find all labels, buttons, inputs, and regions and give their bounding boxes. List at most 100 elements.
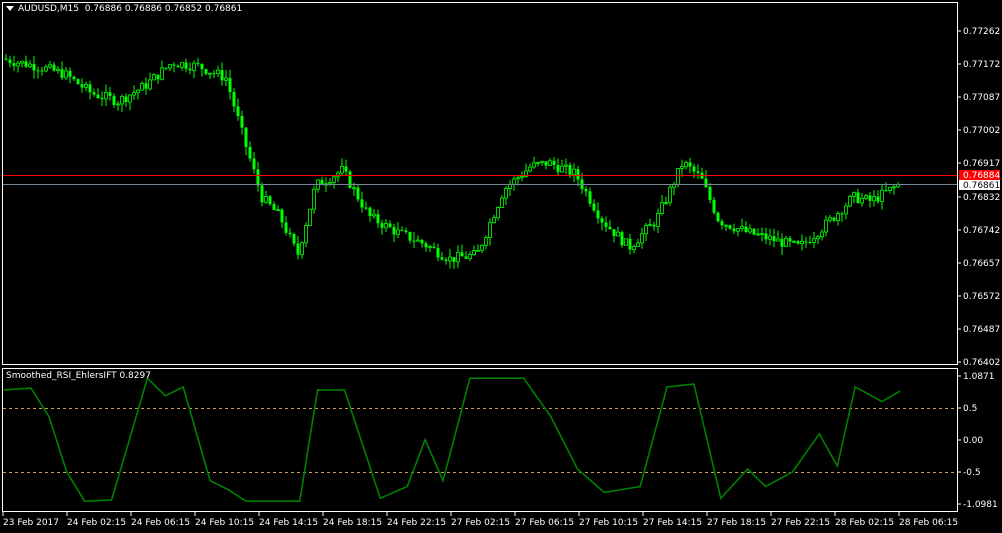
candle-body xyxy=(196,63,200,65)
price-tick: 0.76487 xyxy=(963,325,1000,335)
candle-body xyxy=(776,238,780,242)
candle-body xyxy=(468,254,472,260)
candle-body xyxy=(644,225,648,235)
candle-body xyxy=(768,235,772,240)
candle-body xyxy=(680,166,684,169)
candle-body xyxy=(884,190,888,192)
candle-body xyxy=(832,217,836,221)
candle-body xyxy=(636,242,640,247)
candle-body xyxy=(748,228,752,233)
candle-body xyxy=(548,160,552,166)
candle-body xyxy=(668,186,672,203)
candle-body xyxy=(752,228,756,235)
candle-body xyxy=(648,224,652,227)
candle-body xyxy=(216,69,220,74)
candle-body xyxy=(720,221,724,226)
candle-body xyxy=(520,176,524,179)
candle-body xyxy=(868,195,872,201)
candle-body xyxy=(144,83,148,89)
candle-body xyxy=(500,197,504,208)
candle-body xyxy=(96,94,100,99)
candle-body xyxy=(440,257,444,260)
candle-body xyxy=(384,223,388,229)
candle-body xyxy=(128,94,132,103)
price-tick: 0.77172 xyxy=(963,60,1000,70)
price-tick: 0.76742 xyxy=(963,226,1000,236)
candle-body xyxy=(536,162,540,164)
candles xyxy=(4,53,900,269)
candle-body xyxy=(732,228,736,232)
candle-body xyxy=(400,229,404,231)
candle-body xyxy=(652,224,656,227)
current-price-label: 0.76861 xyxy=(963,181,1000,191)
candle-body xyxy=(564,164,568,167)
indicator-tick: 0.00 xyxy=(963,436,983,446)
candle-body xyxy=(112,95,116,105)
price-tick: 0.76917 xyxy=(963,159,1000,169)
candle-body xyxy=(160,67,164,80)
candle-body xyxy=(100,98,104,100)
candle-body xyxy=(136,89,140,94)
candle-body xyxy=(588,191,592,204)
low-price: 0.76852 xyxy=(164,4,203,14)
candle-body xyxy=(712,199,716,213)
candle-body xyxy=(596,210,600,219)
candle-body xyxy=(800,240,804,245)
candle-body xyxy=(308,208,312,226)
high-price: 0.76886 xyxy=(124,4,163,14)
candle-body xyxy=(760,233,764,235)
candle-body xyxy=(696,171,700,173)
candle-body xyxy=(120,96,124,105)
candle-body xyxy=(684,162,688,168)
candle-body xyxy=(740,226,744,229)
candle-body xyxy=(108,92,112,96)
candle-body xyxy=(188,68,192,71)
dropdown-triangle-icon[interactable] xyxy=(6,6,14,11)
candle-body xyxy=(892,186,896,189)
candle-body xyxy=(68,70,72,77)
indicator-name: Smoothed_RSI_EhlersIFT xyxy=(6,371,117,381)
candle-body xyxy=(388,223,392,228)
candle-body xyxy=(292,234,296,244)
candle-body xyxy=(164,67,168,69)
candle-body xyxy=(716,212,720,222)
time-tick: 28 Feb 06:15 xyxy=(899,518,958,528)
candle-body xyxy=(328,182,332,185)
candle-body xyxy=(836,213,840,221)
candle-body xyxy=(568,165,572,175)
candle-body xyxy=(628,238,632,250)
time-tick: 27 Feb 02:15 xyxy=(451,518,510,528)
candle-body xyxy=(676,168,680,185)
chart-stage[interactable]: 0.77262 0.77172 0.77087 0.77002 0.76917 … xyxy=(0,0,1002,533)
candle-body xyxy=(444,259,448,261)
price-tick: 0.77002 xyxy=(963,126,1000,136)
candle-body xyxy=(480,244,484,251)
candle-body xyxy=(436,247,440,258)
candle-body xyxy=(280,209,284,223)
candle-body xyxy=(780,238,784,247)
candle-body xyxy=(848,196,852,207)
candle-body xyxy=(344,166,348,172)
candle-body xyxy=(408,231,412,241)
candle-body xyxy=(784,237,788,248)
candle-body xyxy=(624,238,628,246)
candle-body xyxy=(432,246,436,248)
candle-body xyxy=(692,166,696,172)
candle-body xyxy=(704,178,708,188)
time-tick: 27 Feb 22:15 xyxy=(771,518,830,528)
candle-body xyxy=(104,92,108,100)
candle-body xyxy=(708,187,712,200)
candle-body xyxy=(360,199,364,208)
candle-body xyxy=(876,196,880,202)
time-tick: 27 Feb 10:15 xyxy=(579,518,638,528)
candle-body xyxy=(140,82,144,91)
time-axis: 23 Feb 2017 24 Feb 02:15 24 Feb 06:15 24… xyxy=(2,512,958,528)
candle-body xyxy=(376,214,380,224)
open-price: 0.76886 xyxy=(84,4,122,14)
time-tick: 23 Feb 2017 xyxy=(3,518,59,528)
price-tick: 0.77087 xyxy=(963,93,1000,103)
candle-body xyxy=(8,59,12,64)
candle-body xyxy=(176,65,180,68)
bid-price-label: 0.76884 xyxy=(963,171,1000,181)
candle-body xyxy=(764,233,768,240)
